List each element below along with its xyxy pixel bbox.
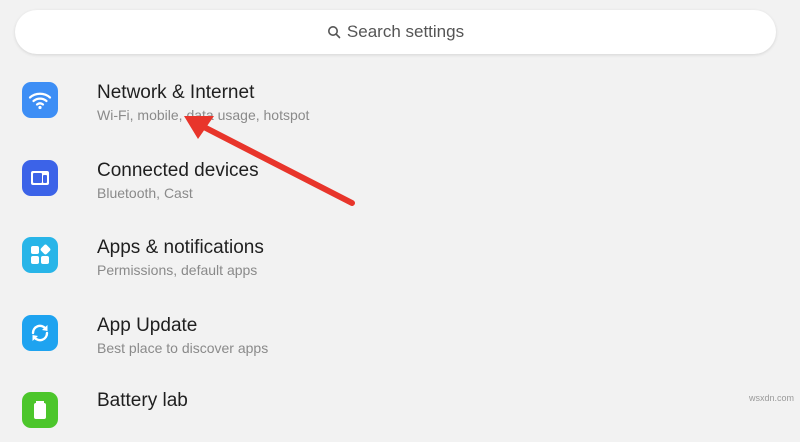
search-icon bbox=[327, 26, 341, 39]
battery-icon bbox=[22, 392, 58, 428]
setting-title: Battery lab bbox=[97, 390, 188, 411]
update-icon bbox=[22, 315, 58, 351]
setting-subtitle: Bluetooth, Cast bbox=[97, 185, 193, 201]
setting-network-internet[interactable]: Network & Internet Wi-Fi, mobile, data u… bbox=[0, 62, 800, 132]
setting-subtitle: Wi-Fi, mobile, data usage, hotspot bbox=[97, 107, 310, 123]
search-settings-bar[interactable]: Search settings bbox=[15, 10, 776, 54]
setting-title: Network & Internet bbox=[97, 82, 255, 103]
devices-icon bbox=[22, 160, 58, 196]
setting-app-update[interactable]: App Update Best place to discover apps bbox=[0, 295, 800, 365]
setting-subtitle: Best place to discover apps bbox=[97, 340, 269, 356]
apps-icon bbox=[22, 237, 58, 273]
setting-title: App Update bbox=[97, 315, 198, 336]
setting-subtitle: Permissions, default apps bbox=[97, 262, 258, 278]
wifi-icon bbox=[22, 82, 58, 118]
search-placeholder: Search settings bbox=[346, 22, 465, 41]
setting-title: Connected devices bbox=[97, 160, 259, 181]
watermark: wsxdn.com bbox=[748, 393, 794, 403]
setting-battery-lab[interactable]: Battery lab bbox=[0, 372, 800, 442]
setting-connected-devices[interactable]: Connected devices Bluetooth, Cast bbox=[0, 140, 800, 210]
setting-title: Apps & notifications bbox=[97, 237, 264, 258]
setting-apps-notifications[interactable]: Apps & notifications Permissions, defaul… bbox=[0, 217, 800, 287]
